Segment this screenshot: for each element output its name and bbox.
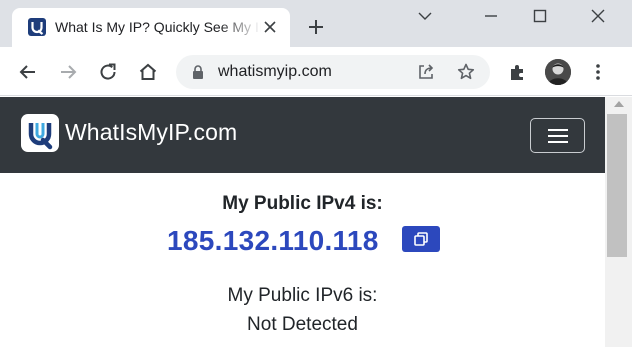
address-bar[interactable]: whatismyip.com	[176, 55, 490, 89]
plus-icon[interactable]	[306, 17, 326, 37]
url-text[interactable]: whatismyip.com	[218, 63, 332, 81]
site-brand-name[interactable]: WhatIsMyIP.com	[65, 119, 237, 146]
whatismyip-logo-icon	[28, 123, 53, 150]
ipv4-label: My Public IPv4 is:	[222, 193, 383, 214]
browser-tab[interactable]: What Is My IP? Quickly See My IP Address	[12, 8, 290, 47]
site-navbar: WhatIsMyIP.com	[0, 97, 605, 173]
whatismyip-favicon	[28, 18, 46, 36]
site-logo[interactable]	[21, 114, 59, 152]
profile-photo	[545, 59, 571, 85]
minimize-icon[interactable]	[413, 4, 437, 28]
ipv4-address[interactable]: 185.132.110.118	[167, 225, 379, 257]
back-arrow-icon[interactable]	[17, 61, 39, 83]
ip-info-section: My Public IPv4 is: 185.132.110.118 My Pu…	[0, 173, 605, 347]
hamburger-line	[548, 135, 568, 137]
avatar[interactable]	[545, 59, 571, 85]
vertical-scrollbar[interactable]	[605, 97, 632, 347]
scroll-up-arrow-icon[interactable]	[614, 101, 624, 107]
hamburger-line	[548, 141, 568, 143]
hamburger-menu-icon[interactable]	[530, 118, 585, 153]
browser-toolbar: whatismyip.com	[0, 47, 632, 96]
restore-icon[interactable]	[528, 4, 552, 28]
lock-icon[interactable]	[192, 65, 204, 79]
browser-titlebar: What Is My IP? Quickly See My IP Address	[0, 0, 632, 47]
minimize-window-icon[interactable]	[479, 4, 503, 28]
tab-close-icon[interactable]	[263, 20, 277, 34]
extensions-icon[interactable]	[507, 61, 529, 83]
ipv6-label: My Public IPv6 is:	[227, 285, 378, 306]
scrollbar-thumb[interactable]	[607, 114, 627, 257]
hamburger-line	[548, 129, 568, 131]
share-icon[interactable]	[416, 62, 436, 82]
ipv6-address: Not Detected	[247, 314, 358, 335]
ipv4-row: 185.132.110.118	[0, 225, 605, 261]
copy-icon	[414, 232, 428, 246]
tab-title: What Is My IP? Quickly See My IP Address	[55, 19, 261, 35]
page-viewport: WhatIsMyIP.com My Public IPv4 is: 185.13…	[0, 97, 632, 347]
star-icon[interactable]	[456, 62, 476, 82]
copy-button[interactable]	[402, 226, 440, 252]
home-icon[interactable]	[137, 61, 159, 83]
forward-arrow-icon[interactable]	[57, 61, 79, 83]
reload-icon[interactable]	[97, 61, 119, 83]
kebab-menu-icon[interactable]	[587, 61, 609, 83]
close-icon[interactable]	[586, 4, 610, 28]
